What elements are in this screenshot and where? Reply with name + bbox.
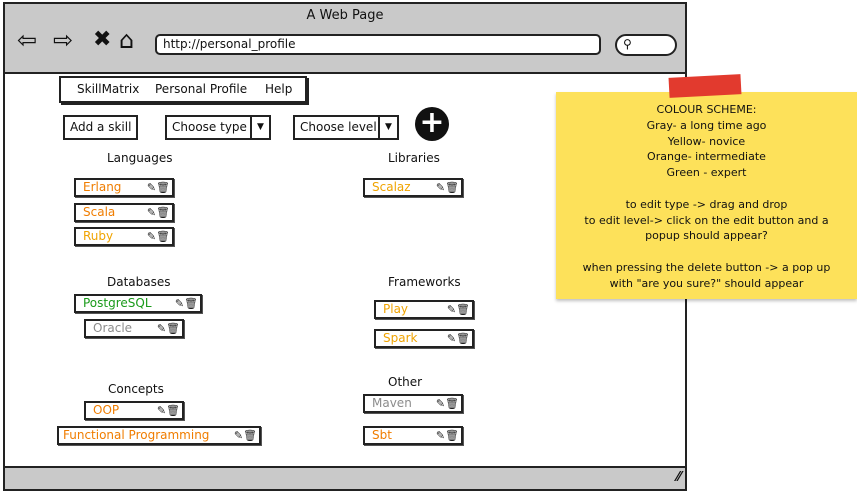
skill-functional-programming[interactable]: Functional Programming ✎🗑 bbox=[57, 426, 261, 445]
trash-icon[interactable]: 🗑 bbox=[166, 322, 180, 335]
skill-label: Spark bbox=[383, 331, 418, 345]
skill-spark[interactable]: Spark ✎🗑 bbox=[374, 329, 474, 348]
trash-icon[interactable]: 🗑 bbox=[156, 230, 170, 243]
skill-label: Scala bbox=[83, 205, 116, 219]
edit-icon[interactable]: ✎ bbox=[147, 181, 156, 194]
category-languages: Languages bbox=[107, 151, 173, 165]
skill-label: PostgreSQL bbox=[83, 296, 152, 310]
category-frameworks: Frameworks bbox=[388, 275, 461, 289]
edit-icon[interactable]: ✎ bbox=[234, 429, 243, 442]
note-line: Yellow- novice bbox=[667, 134, 746, 148]
trash-icon[interactable]: 🗑 bbox=[184, 297, 198, 310]
note-line: popup should appear? bbox=[645, 229, 768, 243]
edit-icon[interactable]: ✎ bbox=[147, 206, 156, 219]
edit-icon[interactable]: ✎ bbox=[447, 332, 456, 345]
edit-icon[interactable]: ✎ bbox=[447, 303, 456, 316]
trash-icon[interactable]: 🗑 bbox=[456, 303, 470, 316]
back-arrow-icon[interactable]: ⇦ bbox=[17, 28, 37, 52]
edit-icon[interactable]: ✎ bbox=[157, 404, 166, 417]
trash-icon[interactable]: 🗑 bbox=[445, 429, 459, 442]
level-select[interactable]: Choose level ▼ bbox=[293, 115, 399, 140]
trash-icon[interactable]: 🗑 bbox=[166, 404, 180, 417]
window-title: A Web Page bbox=[306, 8, 384, 23]
menu-item-skillmatrix[interactable]: SkillMatrix bbox=[77, 78, 139, 101]
edit-icon[interactable]: ✎ bbox=[175, 297, 184, 310]
chevron-down-icon[interactable]: ▼ bbox=[250, 117, 269, 138]
category-concepts: Concepts bbox=[108, 382, 164, 396]
browser-toolbar: A Web Page ⇦ ⇨ ✖ ⌂ http://personal_profi… bbox=[5, 4, 685, 74]
url-field[interactable]: http://personal_profile bbox=[155, 34, 601, 55]
category-databases: Databases bbox=[107, 275, 171, 289]
edit-icon[interactable]: ✎ bbox=[436, 397, 445, 410]
menu-item-help[interactable]: Help bbox=[265, 78, 292, 101]
plus-circle-icon[interactable]: + bbox=[415, 107, 449, 141]
resize-grip-icon[interactable]: ⁄⁄ bbox=[677, 470, 681, 485]
trash-icon[interactable]: 🗑 bbox=[456, 332, 470, 345]
trash-icon[interactable]: 🗑 bbox=[445, 181, 459, 194]
note-tape bbox=[668, 74, 742, 98]
skill-erlang[interactable]: Erlang ✎🗑 bbox=[74, 178, 174, 197]
skill-oracle[interactable]: Oracle ✎🗑 bbox=[84, 319, 184, 338]
skill-label: Play bbox=[383, 302, 409, 316]
skill-label: Sbt bbox=[372, 428, 392, 442]
type-select[interactable]: Choose type ▼ bbox=[165, 115, 271, 140]
chevron-down-icon[interactable]: ▼ bbox=[378, 117, 397, 138]
skill-play[interactable]: Play ✎🗑 bbox=[374, 300, 474, 319]
skill-oop[interactable]: OOP ✎🗑 bbox=[84, 401, 184, 420]
skill-scalaz[interactable]: Scalaz ✎🗑 bbox=[363, 178, 463, 197]
edit-icon[interactable]: ✎ bbox=[436, 181, 445, 194]
note-line: COLOUR SCHEME: bbox=[656, 103, 757, 116]
category-other: Other bbox=[388, 375, 423, 389]
skill-ruby[interactable]: Ruby ✎🗑 bbox=[74, 227, 174, 246]
note-line bbox=[556, 181, 857, 197]
add-skill-button[interactable]: Add a skill bbox=[63, 115, 138, 140]
note-line: Green - expert bbox=[666, 166, 747, 180]
note-line: Orange- intermediate bbox=[647, 150, 766, 164]
skill-scala[interactable]: Scala ✎🗑 bbox=[74, 203, 174, 222]
skill-maven[interactable]: Maven ✎🗑 bbox=[363, 394, 463, 413]
trash-icon[interactable]: 🗑 bbox=[243, 429, 257, 442]
home-icon[interactable]: ⌂ bbox=[119, 28, 134, 52]
forward-arrow-icon[interactable]: ⇨ bbox=[53, 28, 73, 52]
note-line: to edit level-> click on the edit button… bbox=[584, 213, 829, 227]
search-field[interactable]: ⚲ bbox=[615, 34, 677, 56]
note-line bbox=[556, 244, 857, 260]
close-icon[interactable]: ✖ bbox=[93, 28, 111, 52]
search-icon: ⚲ bbox=[623, 37, 632, 51]
edit-icon[interactable]: ✎ bbox=[147, 230, 156, 243]
skill-label: Ruby bbox=[83, 229, 114, 243]
type-select-value: Choose type bbox=[172, 120, 247, 134]
skill-label: Oracle bbox=[93, 321, 133, 335]
skill-label: Functional Programming bbox=[63, 428, 210, 442]
level-select-value: Choose level bbox=[300, 120, 377, 134]
status-bar: ⁄⁄ bbox=[5, 466, 685, 489]
note-line: Gray- a long time ago bbox=[646, 118, 767, 132]
trash-icon[interactable]: 🗑 bbox=[156, 206, 170, 219]
skill-label: Scalaz bbox=[372, 180, 411, 194]
category-libraries: Libraries bbox=[388, 151, 440, 165]
skill-label: Erlang bbox=[83, 180, 122, 194]
skill-label: Maven bbox=[372, 396, 412, 410]
sticky-note: COLOUR SCHEME: Gray- a long time ago Yel… bbox=[556, 92, 857, 299]
skill-label: OOP bbox=[93, 403, 120, 417]
skill-sbt[interactable]: Sbt ✎🗑 bbox=[363, 426, 463, 445]
trash-icon[interactable]: 🗑 bbox=[445, 397, 459, 410]
edit-icon[interactable]: ✎ bbox=[157, 322, 166, 335]
trash-icon[interactable]: 🗑 bbox=[156, 181, 170, 194]
skill-postgresql[interactable]: PostgreSQL ✎🗑 bbox=[74, 294, 202, 313]
note-line: to edit type -> drag and drop bbox=[625, 197, 788, 211]
note-line: when pressing the delete button -> a pop… bbox=[582, 260, 831, 274]
note-line: with "are you sure?" should appear bbox=[609, 276, 804, 290]
main-menu: SkillMatrix Personal Profile Help bbox=[59, 76, 307, 103]
menu-item-personal-profile[interactable]: Personal Profile bbox=[155, 78, 247, 101]
edit-icon[interactable]: ✎ bbox=[436, 429, 445, 442]
